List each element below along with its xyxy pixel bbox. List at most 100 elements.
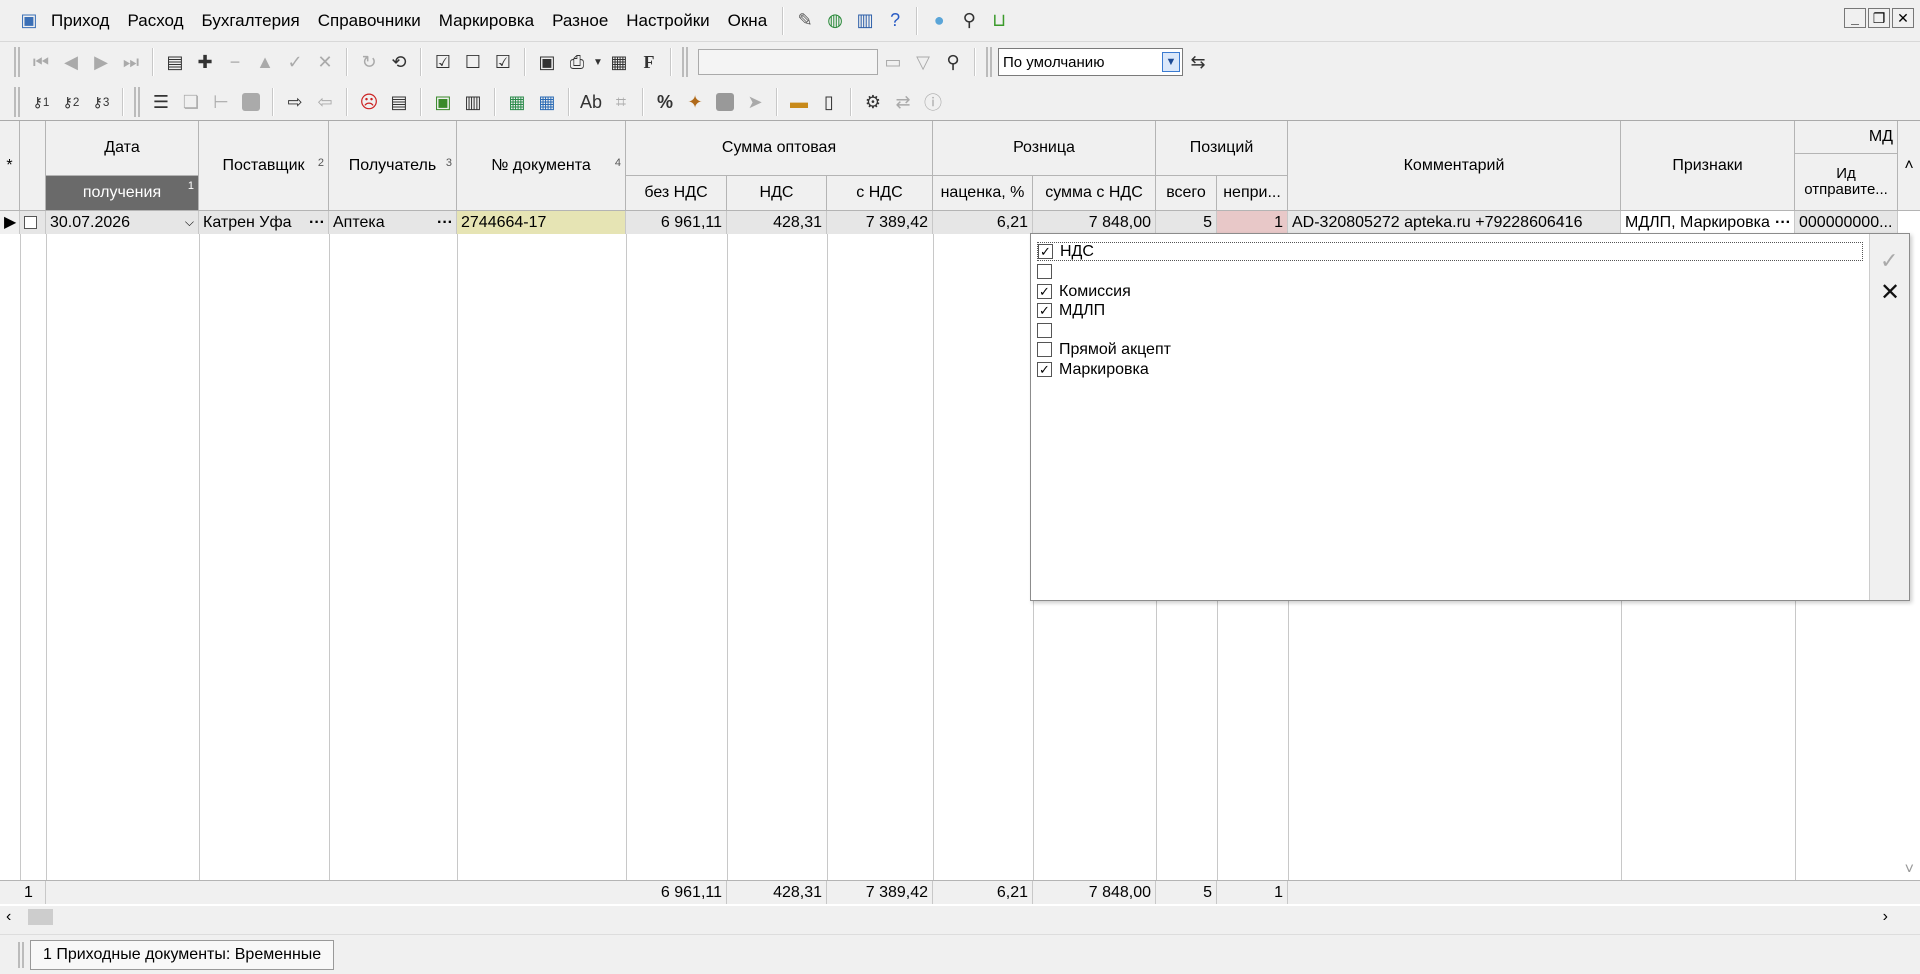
text-edit-icon[interactable]: Ab: [576, 86, 606, 118]
notepad-icon[interactable]: ✎: [790, 5, 820, 37]
documents-grid[interactable]: * Дата получения 1 Поставщик 2 Получател…: [0, 120, 1920, 906]
preset-settings-icon[interactable]: ⇆: [1183, 46, 1213, 78]
books-icon[interactable]: ▥: [850, 5, 880, 37]
table-row[interactable]: ▶ 30.07.2026 ⌵ Катрен Уфа ··· Аптека ···…: [0, 211, 1920, 234]
option-markirovka-checkbox[interactable]: ✓: [1037, 362, 1052, 377]
checkmark-icon[interactable]: ✓: [1880, 248, 1898, 274]
apply-icon[interactable]: ✓: [280, 46, 310, 78]
globe-icon[interactable]: ◍: [820, 5, 850, 37]
doc-number-cell[interactable]: 2744664-17: [457, 211, 626, 234]
option-empty-2-checkbox[interactable]: [1037, 323, 1052, 338]
sender-id-header[interactable]: Ид отправите...: [1795, 154, 1898, 211]
option-empty-1-checkbox[interactable]: [1037, 264, 1052, 279]
comment-cell[interactable]: AD-320805272 apteka.ru +79228606416: [1288, 211, 1621, 234]
key2-icon[interactable]: ⚷ 2: [56, 86, 86, 118]
user-remove-icon[interactable]: ☹: [354, 86, 384, 118]
option-direct-accept-checkbox[interactable]: [1037, 342, 1052, 357]
window-tab-incoming-docs[interactable]: 1 Приходные документы: Временные: [30, 939, 335, 970]
help-icon[interactable]: ?: [880, 5, 910, 37]
export-icon[interactable]: ⇨: [280, 86, 310, 118]
menu-buhgalteriya[interactable]: Бухгалтерия: [193, 1, 309, 41]
positions-total-cell[interactable]: 5: [1156, 211, 1217, 234]
date-received-header[interactable]: получения 1: [46, 176, 199, 211]
first-record-icon[interactable]: ⏮: [26, 46, 56, 78]
vertical-scrollbar-top[interactable]: ˄: [1898, 121, 1920, 211]
doc-number-header[interactable]: № документа 4: [457, 121, 626, 211]
toolbar-grip[interactable]: [682, 47, 688, 77]
option-empty-1[interactable]: [1037, 262, 1059, 281]
key3-icon[interactable]: ⚷ 3: [86, 86, 116, 118]
add-icon[interactable]: ✚: [190, 46, 220, 78]
barcode-icon[interactable]: ▥: [458, 86, 488, 118]
toolbar-grip[interactable]: [14, 47, 20, 77]
positions-unaccepted-cell[interactable]: 1: [1217, 211, 1288, 234]
recipient-header[interactable]: Получатель 3: [329, 121, 457, 211]
option-nds-checkbox[interactable]: ✓: [1038, 244, 1053, 259]
font-icon[interactable]: F: [634, 46, 664, 78]
toolbar-grip[interactable]: [134, 87, 140, 117]
positions-header[interactable]: Позиций: [1156, 121, 1288, 176]
option-empty-2[interactable]: [1037, 321, 1059, 340]
markup-header[interactable]: наценка, %: [933, 176, 1033, 211]
option-nds[interactable]: ✓ НДС: [1037, 242, 1863, 261]
list-icon[interactable]: ☰: [146, 86, 176, 118]
supplier-header[interactable]: Поставщик 2: [199, 121, 329, 211]
md-group-header[interactable]: МД: [1795, 121, 1898, 154]
ellipsis-icon[interactable]: ···: [309, 211, 325, 234]
toolbar-grip[interactable]: [18, 941, 24, 968]
menu-raznoe[interactable]: Разное: [543, 1, 617, 41]
menu-okna[interactable]: Окна: [719, 1, 777, 41]
delete-icon[interactable]: −: [220, 46, 250, 78]
key1-icon[interactable]: ⚷ 1: [26, 86, 56, 118]
percent-icon[interactable]: %: [650, 86, 680, 118]
refresh-icon[interactable]: ↻: [354, 46, 384, 78]
menu-spravochniki[interactable]: Справочники: [309, 1, 430, 41]
import-icon[interactable]: ⇦: [310, 86, 340, 118]
chevron-down-icon[interactable]: ▼: [1162, 52, 1180, 72]
next-record-icon[interactable]: ▶: [86, 46, 116, 78]
transfer-icon[interactable]: ⇄: [888, 86, 918, 118]
option-komissiya[interactable]: ✓ Комиссия: [1037, 282, 1131, 301]
vat-cell[interactable]: 428,31: [727, 211, 827, 234]
restore-icon[interactable]: ❐: [1868, 8, 1890, 28]
open-folder-icon[interactable]: ▭: [878, 46, 908, 78]
row-checkbox[interactable]: [20, 211, 46, 234]
scroll-thumb[interactable]: [28, 909, 53, 925]
filter-icon[interactable]: ▽: [908, 46, 938, 78]
no-vat-header[interactable]: без НДС: [626, 176, 727, 211]
positions-total-header[interactable]: всего: [1156, 176, 1217, 211]
invert-check-icon[interactable]: ☑: [488, 46, 518, 78]
recipient-cell[interactable]: Аптека ···: [329, 211, 457, 234]
retail-sum-header[interactable]: сумма с НДС: [1033, 176, 1156, 211]
scroll-down-icon[interactable]: ˅: [1905, 861, 1914, 879]
stop-icon[interactable]: [236, 86, 266, 118]
check-all-icon[interactable]: ☑: [428, 46, 458, 78]
row-pointer-icon[interactable]: ▶: [0, 211, 20, 234]
markup-cell[interactable]: 6,21: [933, 211, 1033, 234]
uncheck-all-icon[interactable]: ☐: [458, 46, 488, 78]
phone-icon[interactable]: ●: [924, 5, 954, 37]
folder-icon[interactable]: ▣: [428, 86, 458, 118]
option-mdlp-checkbox[interactable]: ✓: [1037, 303, 1052, 318]
signs-cell[interactable]: МДЛП, Маркировка ···: [1621, 211, 1795, 234]
row-indicator-header[interactable]: *: [0, 121, 20, 211]
prev-record-icon[interactable]: ◀: [56, 46, 86, 78]
wholesale-sum-header[interactable]: Сумма оптовая: [626, 121, 933, 176]
option-direct-accept[interactable]: Прямой акцепт: [1037, 340, 1171, 359]
close-window-icon[interactable]: ✕: [1892, 8, 1914, 28]
settings-icon[interactable]: ⚙: [858, 86, 888, 118]
move-up-icon[interactable]: ▲: [250, 46, 280, 78]
no-vat-cell[interactable]: 6 961,11: [626, 211, 727, 234]
table-blue-icon[interactable]: ▦: [532, 86, 562, 118]
card-icon[interactable]: ▬: [784, 86, 814, 118]
scroll-left-icon[interactable]: ‹: [6, 908, 11, 926]
comment-header[interactable]: Комментарий: [1288, 121, 1621, 211]
vat-header[interactable]: НДС: [727, 176, 827, 211]
toolbar-grip[interactable]: [14, 87, 20, 117]
supplier-cell[interactable]: Катрен Уфа ···: [199, 211, 329, 234]
checkbox-column-header[interactable]: [20, 121, 46, 211]
print-icon[interactable]: ⎙: [562, 46, 592, 78]
app-icon[interactable]: ▣: [16, 5, 42, 37]
table-green-icon[interactable]: ▦: [502, 86, 532, 118]
sync-icon[interactable]: ⟲: [384, 46, 414, 78]
